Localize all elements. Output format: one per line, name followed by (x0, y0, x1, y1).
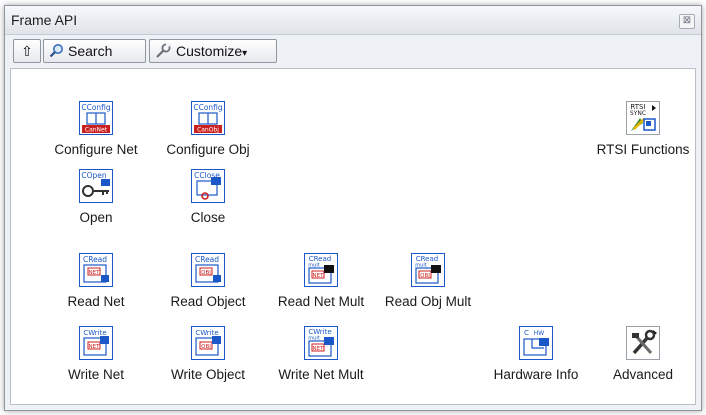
svg-text:CWrite: CWrite (83, 329, 106, 337)
search-button[interactable]: Search (43, 39, 146, 63)
svg-text:C: C (524, 329, 529, 337)
write-net-mult-vi[interactable]: CWrite mult NET Write Net Mult (261, 326, 381, 396)
read-net-mult-icon: CRead mult NET (304, 253, 338, 287)
configure-obj-icon: CConfig CanObj (191, 101, 225, 135)
read-net-mult-vi[interactable]: CRead mult NET Read Net Mult (261, 253, 381, 323)
svg-text:OBJ: OBJ (201, 344, 211, 350)
hardware-info-vi[interactable]: C HW Hardware Info (476, 326, 596, 396)
write-net-icon: CWrite NET (79, 326, 113, 360)
customize-button[interactable]: Customize▾ (149, 39, 277, 63)
read-net-icon: CRead NET (79, 253, 113, 287)
hardware-info-label: Hardware Info (493, 367, 579, 382)
configure-net-vi[interactable]: CConfig CanNet Configure Net (36, 101, 156, 171)
svg-text:CWrite: CWrite (195, 329, 218, 337)
read-net-label: Read Net (67, 294, 125, 309)
svg-text:NET: NET (89, 270, 101, 276)
svg-text:CConfig: CConfig (193, 103, 223, 112)
magnifier-icon (49, 44, 63, 58)
configure-obj-label: Configure Obj (166, 142, 250, 157)
svg-text:COpen: COpen (81, 171, 107, 180)
read-net-vi[interactable]: CRead NET Read Net (36, 253, 156, 323)
open-vi[interactable]: COpen Open (36, 169, 156, 239)
configure-net-label: Configure Net (54, 142, 138, 157)
configure-net-icon: CConfig CanNet (79, 101, 113, 135)
svg-text:CConfig: CConfig (81, 103, 111, 112)
svg-text:NET: NET (313, 346, 325, 352)
read-object-icon: CRead OBJ (191, 253, 225, 287)
svg-text:OBJ: OBJ (201, 270, 211, 276)
open-label: Open (79, 210, 113, 225)
close-icon: CClose (191, 169, 225, 203)
svg-text:NET: NET (313, 273, 325, 279)
svg-text:CRead: CRead (83, 255, 107, 264)
configure-obj-vi[interactable]: CConfig CanObj Configure Obj (148, 101, 268, 171)
window-title: Frame API (11, 12, 78, 28)
search-label: Search (68, 43, 113, 59)
open-icon: COpen (79, 169, 113, 203)
write-net-vi[interactable]: CWrite NET Write Net (36, 326, 156, 396)
svg-text:OBJ: OBJ (420, 273, 430, 279)
close-label: Close (190, 210, 226, 225)
tools-icon (626, 326, 660, 360)
palette-content: CConfig CanNet Configure Net CConfig Can… (10, 68, 696, 405)
read-object-vi[interactable]: CRead OBJ Read Object (148, 253, 268, 323)
rtsi-functions-label: RTSI Functions (596, 142, 690, 157)
rtsi-functions-vi[interactable]: RTSI SYNC RTSI Functions (583, 101, 703, 171)
close-button[interactable]: ⊠ (679, 14, 695, 29)
write-net-mult-icon: CWrite mult NET (304, 326, 338, 360)
write-net-label: Write Net (67, 367, 124, 382)
frame-api-palette: Frame API ⊠ ⇧ Search Customize▾ CConfig … (4, 5, 702, 411)
hardware-info-icon: C HW (519, 326, 553, 360)
up-arrow-icon: ⇧ (21, 43, 33, 59)
wrench-icon (156, 43, 171, 58)
chevron-down-icon: ▾ (242, 48, 248, 59)
write-object-icon: CWrite OBJ (191, 326, 225, 360)
read-object-label: Read Object (170, 294, 246, 309)
write-object-label: Write Object (170, 367, 246, 382)
close-vi[interactable]: CClose Close (148, 169, 268, 239)
up-button[interactable]: ⇧ (13, 39, 41, 63)
svg-text:HW: HW (534, 330, 545, 337)
advanced-label: Advanced (612, 367, 674, 382)
svg-text:SYNC: SYNC (630, 110, 646, 117)
write-net-mult-label: Write Net Mult (278, 367, 364, 382)
svg-text:CRead: CRead (195, 255, 219, 264)
read-obj-mult-vi[interactable]: CRead mult OBJ Read Obj Mult (368, 253, 488, 323)
svg-text:CanObj: CanObj (197, 127, 219, 134)
title-bar[interactable]: Frame API ⊠ (5, 6, 701, 35)
svg-text:CanNet: CanNet (85, 127, 108, 134)
write-object-vi[interactable]: CWrite OBJ Write Object (148, 326, 268, 396)
read-obj-mult-icon: CRead mult OBJ (411, 253, 445, 287)
read-obj-mult-label: Read Obj Mult (384, 294, 472, 309)
rtsi-functions-icon: RTSI SYNC (626, 101, 660, 135)
advanced-vi[interactable]: Advanced (583, 326, 703, 396)
customize-label: Customize (176, 43, 243, 59)
read-net-mult-label: Read Net Mult (277, 294, 365, 309)
svg-text:NET: NET (89, 344, 101, 350)
